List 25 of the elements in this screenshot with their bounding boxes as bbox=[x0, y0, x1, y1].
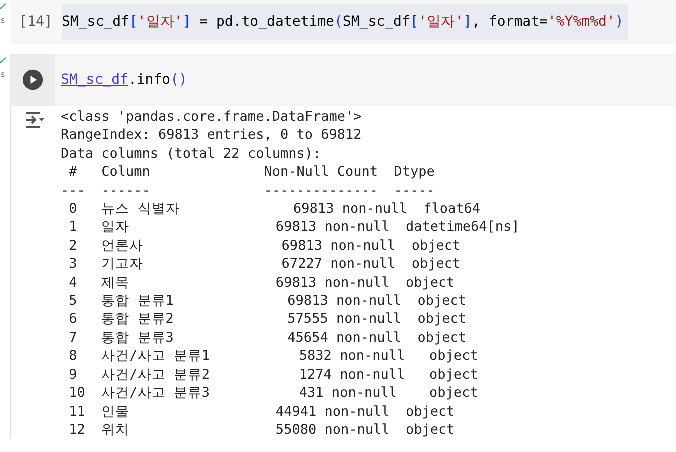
output-line: 4 제목 69813 non-null object bbox=[68, 274, 456, 292]
output-line: 3 기고자 67227 non-null object bbox=[68, 255, 462, 274]
output-line: 1 일자 69813 non-null datetime64[ns] bbox=[68, 218, 520, 237]
output-line: Data columns (total 22 columns): bbox=[61, 144, 322, 164]
output-line: 8 사건/사고 분류1 5832 non-null object bbox=[68, 347, 480, 366]
output-line: # Column Non-Null Count Dtype bbox=[68, 163, 436, 182]
output-line: 12 위치 55080 non-null object bbox=[68, 420, 456, 440]
output-line: --- ------ -------------- ----- bbox=[61, 182, 436, 200]
output-line: RangeIndex: 69813 entries, 0 to 69812 bbox=[61, 126, 363, 145]
run-time-text: s bbox=[1, 16, 6, 25]
check-icon bbox=[0, 2, 7, 11]
output-line: 9 사건/사고 분류2 1274 non-null object bbox=[68, 366, 480, 384]
output-line: <class 'pandas.core.frame.DataFrame'> bbox=[61, 108, 363, 126]
output-line: 6 통합 분류2 57555 non-null object bbox=[68, 310, 468, 329]
run-time-text: s bbox=[1, 70, 6, 79]
output-line: 11 인물 44941 non-null object bbox=[68, 402, 456, 421]
run-button-icon[interactable] bbox=[22, 69, 44, 91]
output-line: 2 언론사 69813 non-null object bbox=[68, 236, 462, 256]
output-line: 7 통합 분류3 45654 non-null object bbox=[68, 328, 468, 348]
check-icon bbox=[0, 56, 7, 65]
execution-count: [14] bbox=[19, 14, 53, 30]
output-line: 0 뉴스 식별자 69813 non-null float64 bbox=[68, 200, 482, 218]
output-line: 5 통합 분류1 69813 non-null object bbox=[68, 292, 468, 310]
output-line: 10 사건/사고 분류3 431 non-null object bbox=[68, 384, 480, 402]
code-line: SM_sc_df.info() bbox=[60, 71, 188, 90]
